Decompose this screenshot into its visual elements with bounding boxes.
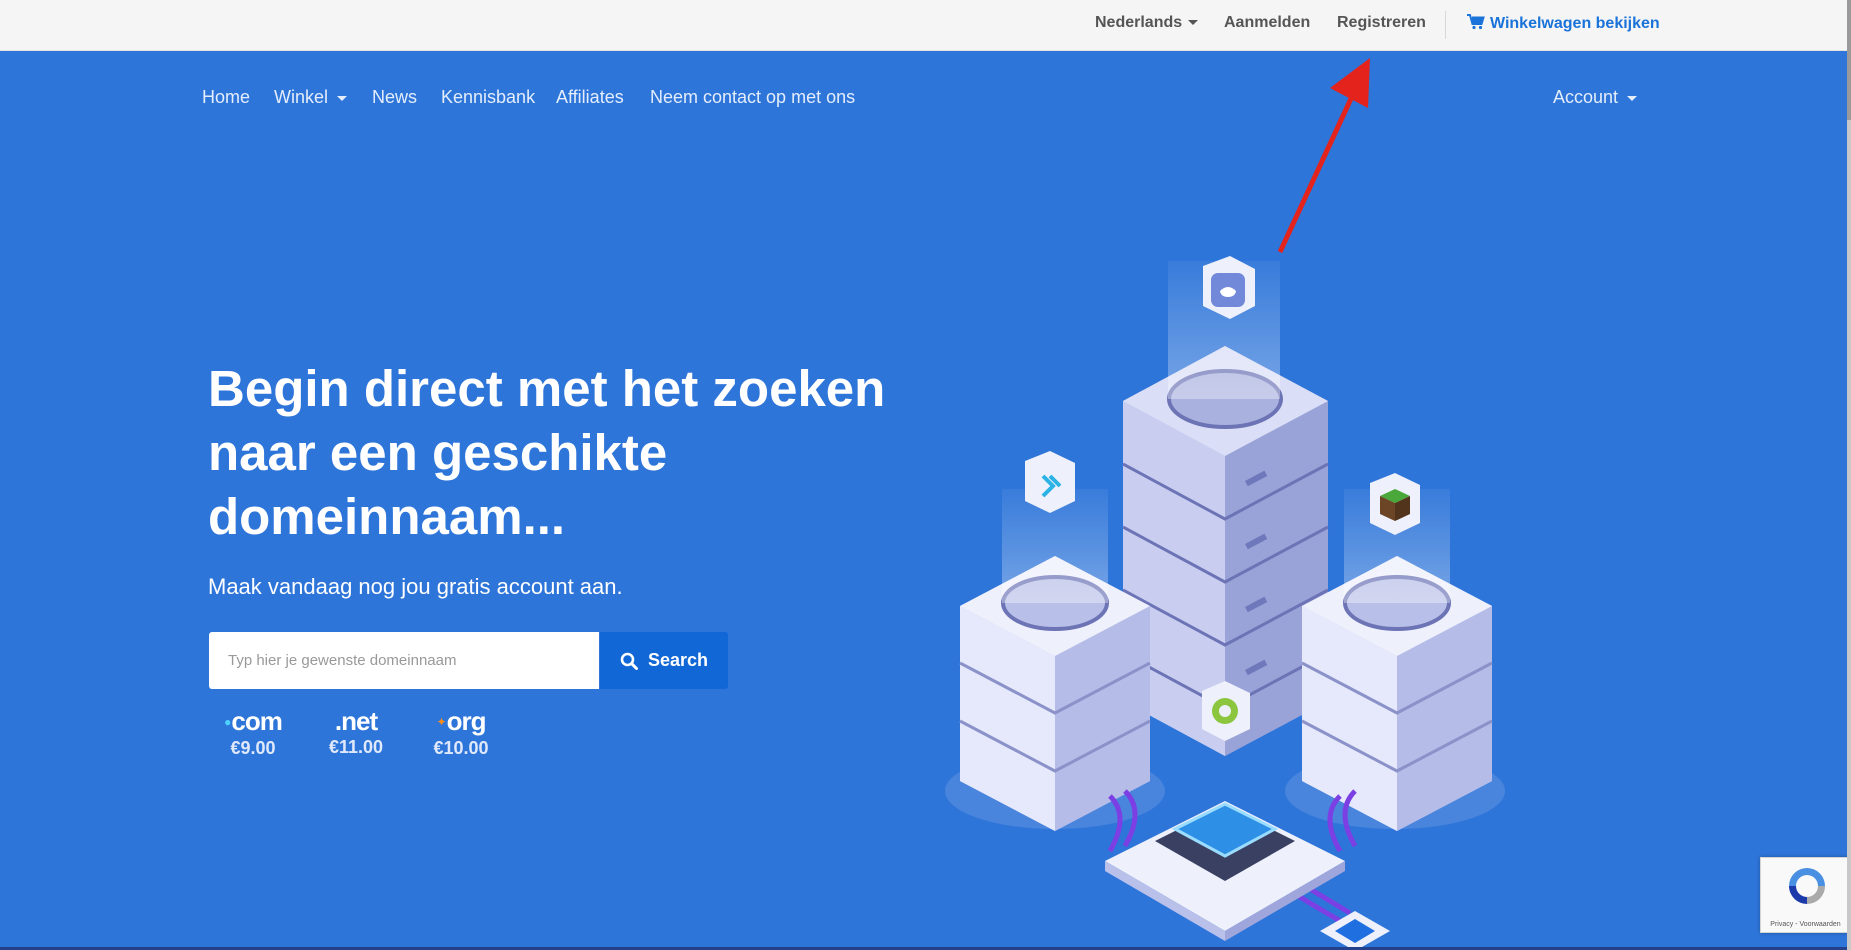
caret-down-icon [337, 95, 348, 101]
search-button[interactable]: Search [600, 632, 728, 689]
nav-item-winkel-label: Winkel [274, 87, 329, 107]
nav-item-account-label: Account [1553, 87, 1619, 107]
hero-subline: Maak vandaag nog jou gratis account aan. [208, 574, 623, 599]
nav-item-winkel[interactable]: Winkel [274, 87, 348, 108]
right-server-tower [1301, 489, 1493, 831]
hero-section: Home Winkel News Kennisbank Affiliates N… [0, 51, 1851, 950]
register-link[interactable]: Registreren [1337, 14, 1426, 32]
tld-org-name: org [446, 706, 487, 736]
hub-device [1105, 801, 1345, 941]
page-scrollbar[interactable] [1847, 0, 1851, 950]
scrollbar-thumb[interactable] [1847, 0, 1851, 120]
recaptcha-icon [1789, 868, 1825, 904]
nav-item-news[interactable]: News [372, 87, 417, 108]
left-server-tower [959, 489, 1151, 831]
tld-net-name: .net [334, 706, 378, 736]
nav-item-kennisbank[interactable]: Kennisbank [441, 87, 535, 108]
server-illustration [945, 256, 1505, 950]
tld-org-price: €10.00 [433, 738, 489, 758]
language-selector[interactable]: Nederlands [1095, 14, 1199, 32]
hero-headline: Begin direct met het zoeken naar een ges… [208, 360, 886, 545]
recaptcha-terms[interactable]: Privacy - Voorwaarden [1761, 921, 1850, 928]
nav-item-affiliates[interactable]: Affiliates [556, 87, 624, 108]
tld-com-price: €9.00 [230, 738, 276, 758]
recaptcha-badge[interactable]: Privacy - Voorwaarden [1760, 857, 1851, 933]
minecraft-icon [1370, 473, 1420, 535]
jira-icon [1025, 451, 1075, 513]
view-cart-label: Winkelwagen bekijken [1490, 15, 1660, 32]
top-utility-bar: Nederlands Aanmelden Registreren Winkelw… [0, 0, 1851, 51]
nav-item-contact[interactable]: Neem contact op met ons [650, 87, 855, 108]
caret-down-icon [1188, 20, 1199, 26]
language-label: Nederlands [1095, 14, 1183, 31]
nav-item-account[interactable]: Account [1553, 87, 1638, 108]
tld-dot: ✦ [436, 715, 447, 729]
login-link[interactable]: Aanmelden [1224, 14, 1310, 32]
search-button-label: Search [647, 650, 709, 670]
discord-icon [1203, 256, 1255, 319]
tld-com: ●com €9.00 [208, 706, 298, 759]
tld-net: .net €11.00 [311, 706, 401, 758]
view-cart-link[interactable]: Winkelwagen bekijken [1467, 14, 1660, 35]
tld-dot: ● [224, 715, 231, 729]
caret-down-icon [1627, 95, 1638, 101]
tld-org: ✦org €10.00 [416, 706, 506, 759]
cart-icon [1467, 14, 1485, 35]
nav-item-home[interactable]: Home [202, 87, 250, 108]
topbar-divider [1445, 11, 1446, 39]
tld-net-price: €11.00 [328, 737, 384, 757]
gear-icon [1202, 681, 1250, 741]
search-icon [620, 652, 638, 670]
domain-search-input[interactable] [209, 632, 599, 689]
tld-com-name: com [231, 706, 282, 736]
